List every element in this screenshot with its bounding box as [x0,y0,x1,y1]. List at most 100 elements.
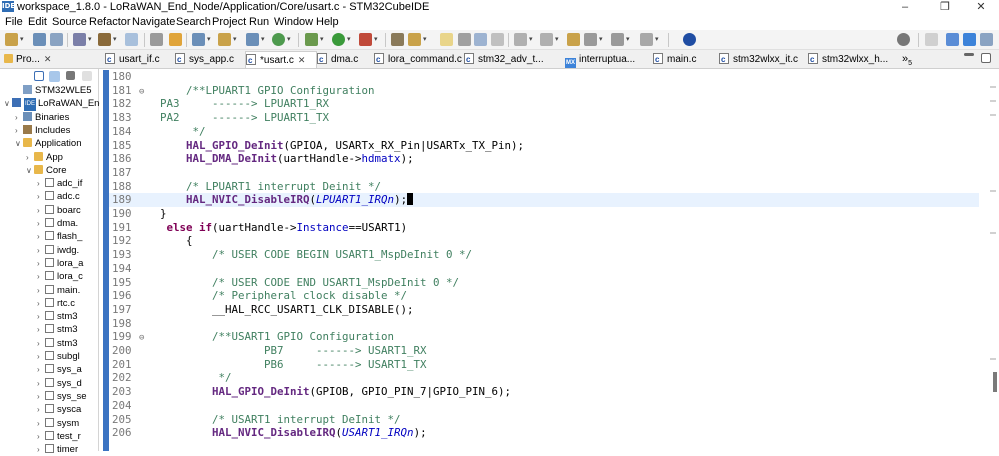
tree-item[interactable]: › dma. [37,217,78,230]
new-file-icon[interactable] [246,33,259,46]
collapsed-arrow-icon[interactable]: › [37,323,45,336]
maximize-button[interactable]: ❐ [925,0,965,14]
tree-item[interactable]: › sys_d [37,377,82,390]
pin-editor-icon[interactable] [640,33,653,46]
menu-run[interactable]: Run [249,14,269,30]
collapsed-arrow-icon[interactable]: › [37,363,45,376]
show-whitespace-icon[interactable] [491,33,504,46]
collapsed-arrow-icon[interactable]: › [37,417,45,430]
debug-dropdown-icon[interactable]: ▾ [320,35,324,44]
collapsed-arrow-icon[interactable]: › [37,350,45,363]
debug-perspective-icon[interactable] [980,33,993,46]
expanded-arrow-icon[interactable]: ∨ [15,137,23,150]
tree-item[interactable]: › sys_se [37,390,87,403]
new-dropdown-icon[interactable]: ▾ [20,35,24,44]
collapsed-arrow-icon[interactable]: › [37,177,45,190]
next-annotation-icon[interactable] [514,33,527,46]
tree-item[interactable]: › test_r [37,430,81,443]
tree-item[interactable]: ∨ IDE LoRaWAN_Enc [4,97,104,112]
cpp-perspective-icon[interactable] [946,33,959,46]
menu-navigate[interactable]: Navigate [132,14,175,30]
code-editor[interactable]: 180 181 ⊖ /**LPUART1 GPIO Configuration 182… [100,70,999,451]
filter-icon[interactable] [66,71,75,80]
code-line[interactable]: 182 PA3 ------> LPUART1_RX [109,97,979,111]
tab-sys-app[interactable]: sys_app.c [175,51,245,68]
block-select-icon[interactable] [474,33,487,46]
code-line[interactable]: 204 [109,399,979,413]
tab-usart-active[interactable]: *usart.c ✕ [245,51,317,68]
collapsed-arrow-icon[interactable]: › [15,124,23,137]
code-line[interactable]: 187 [109,166,979,180]
editor-scrollbar-thumb[interactable] [993,372,997,392]
collapsed-arrow-icon[interactable]: › [37,390,45,403]
code-line[interactable]: 194 [109,262,979,276]
tree-item[interactable]: › lora_a [37,257,83,270]
current-code-line[interactable]: 189 HAL_NVIC_DisableIRQ(LPUART1_IRQn); [109,193,979,208]
menu-search[interactable]: Search [176,14,211,30]
tree-item[interactable]: › boarc [37,204,81,217]
code-line[interactable]: 180 [109,70,979,84]
tree-item[interactable]: › main. [37,284,80,297]
collapsed-arrow-icon[interactable]: › [15,111,23,124]
new-icon[interactable] [5,33,18,46]
indexer-icon[interactable] [150,33,163,46]
code-line[interactable]: 183 PA2 ------> LPUART1_TX [109,111,979,125]
collapsed-arrow-icon[interactable]: › [37,217,45,230]
expanded-arrow-icon[interactable]: ∨ [26,164,34,177]
highlight-icon[interactable] [440,33,453,46]
tree-item[interactable]: ∨ Core [26,164,67,177]
code-line[interactable]: 202 */ [109,371,979,385]
close-tab-icon[interactable]: ✕ [298,55,306,65]
code-line[interactable]: 192 { [109,234,979,248]
external-tools-icon[interactable] [359,33,372,46]
tree-item[interactable]: › stm3 [37,310,78,323]
code-line[interactable]: 186 HAL_DMA_DeInit(uartHandle->hdmatx); [109,152,979,166]
close-window-button[interactable]: ✕ [961,0,999,14]
code-line[interactable]: 197 __HAL_RCC_USART1_CLK_DISABLE(); [109,303,979,317]
tree-item[interactable]: › lora_c [37,270,83,283]
tree-item[interactable]: › adc.c [37,190,80,203]
back-icon[interactable] [584,33,597,46]
mx-perspective-icon[interactable] [963,33,976,46]
code-line[interactable]: 190 } [109,207,979,221]
link-editor-icon[interactable] [49,71,60,82]
run-dropdown-icon[interactable]: ▾ [347,35,351,44]
menu-source[interactable]: Source [52,14,87,30]
build-hammer-icon[interactable] [98,33,111,46]
forward-icon[interactable] [611,33,624,46]
collapsed-arrow-icon[interactable]: › [37,443,45,456]
collapsed-arrow-icon[interactable]: › [26,151,34,164]
prev-annotation-icon[interactable] [540,33,553,46]
code-line[interactable]: 198 [109,317,979,331]
tree-item[interactable]: ∨ Application [15,137,81,150]
code-line[interactable]: 193 /* USER CODE BEGIN USART1_MspDeInit … [109,248,979,262]
forward-dropdown-icon[interactable]: ▾ [626,35,630,44]
back-dropdown-icon[interactable]: ▾ [599,35,603,44]
overview-mark[interactable] [990,232,996,234]
tree-item[interactable]: › rtc.c [37,297,75,310]
expanded-arrow-icon[interactable]: ∨ [4,97,12,110]
tree-item[interactable]: › stm3 [37,323,78,336]
tab-stm32-adv[interactable]: stm32_adv_t... [464,51,557,68]
prev-annotation-dropdown-icon[interactable]: ▾ [555,35,559,44]
maximize-view-icon[interactable] [981,53,991,63]
refresh-dropdown-icon[interactable]: ▾ [287,35,291,44]
run-icon[interactable] [332,33,345,46]
overview-mark[interactable] [990,86,996,88]
overview-mark[interactable] [990,358,996,360]
tree-item[interactable]: › iwdg. [37,244,79,257]
tree-item[interactable]: STM32WLE5 [15,84,92,97]
code-line[interactable]: 205 /* USART1 interrupt DeInit */ [109,413,979,427]
menu-edit[interactable]: Edit [28,14,47,30]
code-line[interactable]: 184 */ [109,125,979,139]
tab-lora-command[interactable]: lora_command.c [374,51,464,68]
bug-icon[interactable] [169,33,182,46]
code-line[interactable]: 196 /* Peripheral clock disable */ [109,289,979,303]
code-line[interactable]: 185 HAL_GPIO_DeInit(GPIOA, USARTx_RX_Pin… [109,139,979,153]
code-line[interactable]: 200 PB7 ------> USART1_RX [109,344,979,358]
tab-project-explorer[interactable]: Pro... ✕ [4,51,64,68]
new-class-icon[interactable] [192,33,205,46]
tab-main[interactable]: main.c [653,51,719,68]
open-folder-dropdown-icon[interactable]: ▾ [233,35,237,44]
last-edit-icon[interactable] [567,33,580,46]
